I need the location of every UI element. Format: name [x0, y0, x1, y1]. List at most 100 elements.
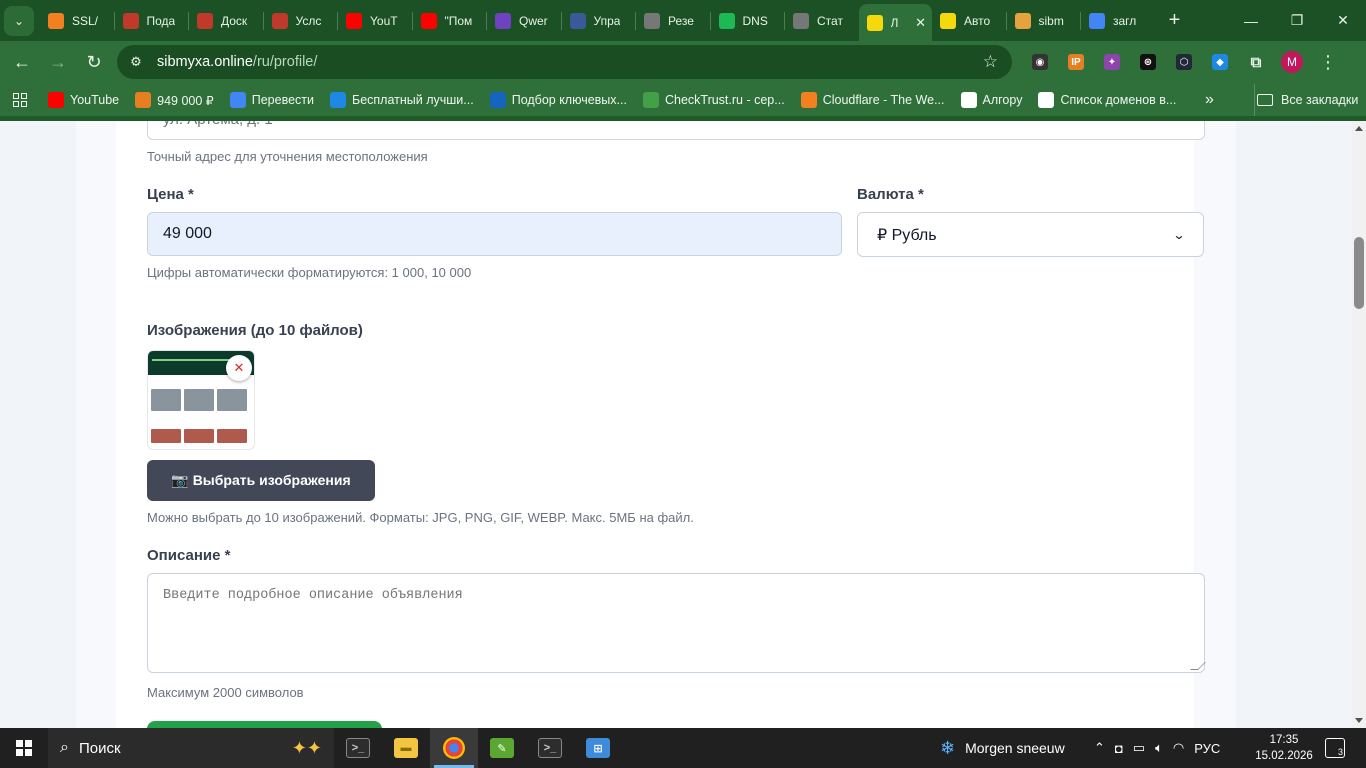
- bookmark-label: 949 000 ₽: [157, 93, 214, 108]
- restore-icon[interactable]: ❐: [1274, 0, 1320, 41]
- battery-icon[interactable]: ▭: [1133, 740, 1145, 756]
- bookmark-item[interactable]: YouTube: [40, 86, 127, 114]
- browser-tab[interactable]: DNS: [711, 4, 785, 38]
- weather-widget[interactable]: ❄ Morgen sneeuw: [940, 728, 1065, 768]
- description-hint: Максимум 2000 символов: [147, 685, 304, 700]
- minimize-icon[interactable]: —: [1228, 0, 1274, 41]
- extensions-puzzle-icon[interactable]: ⧉: [1238, 45, 1274, 79]
- terminal-app-icon[interactable]: >_: [334, 728, 382, 768]
- browser-tab[interactable]: SSL/: [40, 4, 114, 38]
- snowflake-icon: ❄: [940, 737, 956, 758]
- extension-color-icon[interactable]: ✦: [1094, 45, 1130, 79]
- extension-incognito-icon[interactable]: ◉: [1022, 45, 1058, 79]
- tab-title: Авто: [964, 13, 991, 28]
- all-bookmarks-button[interactable]: Все закладки: [1254, 84, 1358, 116]
- browser-tab[interactable]: Резе: [636, 4, 710, 38]
- notepad-app-icon[interactable]: ✎: [478, 728, 526, 768]
- bookmark-item[interactable]: Подбор ключевых...: [482, 86, 635, 114]
- scroll-up-icon[interactable]: [1355, 126, 1363, 131]
- bookmark-item[interactable]: CheckTrust.ru - сер...: [635, 86, 793, 114]
- tab-favicon-icon: [1014, 12, 1031, 29]
- close-tab-icon[interactable]: ✕: [915, 15, 926, 31]
- back-icon[interactable]: ←: [4, 45, 40, 81]
- price-label: Цена *: [147, 186, 194, 203]
- tab-title: загл: [1113, 13, 1137, 28]
- bookmark-item[interactable]: Бесплатный лучши...: [322, 86, 482, 114]
- windows-taskbar: ⌕ Поиск ✦✦ >_ ▬ ✎ >_ ⊞ ❄ Morgen sneeuw ⌃…: [0, 728, 1366, 768]
- browser-tab[interactable]: YouT: [338, 4, 412, 38]
- browser-tab[interactable]: Стат: [785, 4, 859, 38]
- new-tab-button[interactable]: +: [1161, 7, 1189, 35]
- more-bookmarks-icon[interactable]: »: [1205, 84, 1214, 116]
- folder-icon: [1257, 94, 1273, 106]
- tray-chevron-up-icon[interactable]: ⌃: [1094, 740, 1105, 756]
- browser-tab[interactable]: Упра: [562, 4, 636, 38]
- reload-icon[interactable]: ↻: [76, 45, 112, 81]
- images-label: Изображения (до 10 файлов): [147, 322, 363, 339]
- apps-grid-icon[interactable]: [0, 93, 40, 107]
- bookmark-favicon-icon: [1038, 92, 1055, 108]
- extension-openai-icon[interactable]: ⊛: [1130, 45, 1166, 79]
- extension-ip-icon[interactable]: IP: [1058, 45, 1094, 79]
- wifi-icon[interactable]: ◠: [1173, 740, 1184, 756]
- bookmark-favicon-icon: [642, 92, 659, 108]
- price-input[interactable]: 49 000: [147, 212, 842, 256]
- description-textarea[interactable]: Введите подробное описание объявления: [147, 573, 1206, 673]
- tab-favicon-icon: [495, 12, 511, 29]
- bookmark-item[interactable]: Алгору: [953, 86, 1031, 114]
- bookmark-item[interactable]: Cloudflare - The We...: [793, 86, 953, 114]
- chrome-app-icon[interactable]: [430, 728, 478, 768]
- taskbar-search-label: Поиск: [78, 739, 121, 757]
- browser-tab[interactable]: Qwer: [487, 4, 561, 38]
- url-text[interactable]: sibmyxa.online/ru/profile/: [157, 54, 317, 70]
- address-bar[interactable]: ⚙ sibmyxa.online/ru/profile/ ☆: [117, 45, 1012, 79]
- notification-center-icon[interactable]: 3: [1325, 738, 1345, 758]
- bookmark-item[interactable]: Перевести: [222, 86, 322, 114]
- tab-title: Резе: [668, 13, 694, 28]
- tab-favicon-icon: [271, 12, 288, 29]
- clock[interactable]: 17:35 15.02.2026: [1255, 732, 1313, 764]
- tab-favicon-icon: [122, 12, 139, 29]
- browser-tab[interactable]: Авто: [932, 4, 1006, 38]
- taskbar-search[interactable]: ⌕ Поиск ✦✦: [48, 728, 334, 768]
- file-explorer-icon[interactable]: ▬: [382, 728, 430, 768]
- tab-search-icon[interactable]: ⌄: [4, 5, 34, 36]
- browser-tab[interactable]: Л ✕: [858, 3, 932, 42]
- bookmark-favicon-icon: [960, 92, 977, 108]
- bookmark-item[interactable]: Список доменов в...: [1030, 86, 1184, 114]
- close-window-icon[interactable]: ✕: [1320, 0, 1366, 41]
- forward-icon[interactable]: →: [40, 45, 76, 81]
- scrollbar-thumb[interactable]: [1354, 237, 1364, 309]
- menu-kebab-icon[interactable]: ⋮: [1310, 45, 1346, 79]
- tray-camera-icon[interactable]: ◘: [1115, 741, 1123, 756]
- network-app-icon[interactable]: ⊞: [574, 728, 622, 768]
- start-button[interactable]: [0, 728, 48, 768]
- currency-label: Валюта *: [857, 186, 924, 203]
- browser-tab[interactable]: Пода: [115, 4, 189, 38]
- tab-title: Qwer: [519, 13, 548, 28]
- extension-tag-icon[interactable]: ◆: [1202, 45, 1238, 79]
- page-scrollbar[interactable]: [1352, 121, 1366, 728]
- bookmark-star-icon[interactable]: ☆: [983, 52, 998, 72]
- language-indicator[interactable]: РУС: [1194, 741, 1220, 756]
- scroll-down-icon[interactable]: [1355, 718, 1363, 723]
- browser-tab[interactable]: "Пом: [413, 4, 487, 38]
- extension-hex-icon[interactable]: ⬡: [1166, 45, 1202, 79]
- choose-images-button[interactable]: 📷 Выбрать изображения: [147, 460, 375, 501]
- console-app-icon[interactable]: >_: [526, 728, 574, 768]
- browser-tab[interactable]: sibm: [1007, 4, 1081, 38]
- submit-button[interactable]: [147, 721, 382, 728]
- bookmark-label: Бесплатный лучши...: [352, 93, 474, 107]
- browser-tab[interactable]: загл: [1081, 4, 1155, 38]
- address-input[interactable]: ул. Артема, д. 1: [147, 121, 1205, 140]
- browser-tab[interactable]: Доск: [189, 4, 263, 38]
- volume-icon[interactable]: 🔈︎: [1155, 740, 1163, 756]
- resize-handle[interactable]: [1190, 662, 1206, 670]
- remove-image-icon[interactable]: ✕: [226, 355, 252, 381]
- bookmark-item[interactable]: 949 000 ₽: [127, 86, 222, 114]
- browser-tab[interactable]: Услс: [264, 4, 338, 38]
- description-label: Описание *: [147, 547, 231, 564]
- profile-avatar[interactable]: M: [1274, 45, 1310, 79]
- site-info-icon[interactable]: ⚙: [121, 47, 151, 77]
- currency-select[interactable]: ₽ Рубль ⌄: [857, 212, 1204, 257]
